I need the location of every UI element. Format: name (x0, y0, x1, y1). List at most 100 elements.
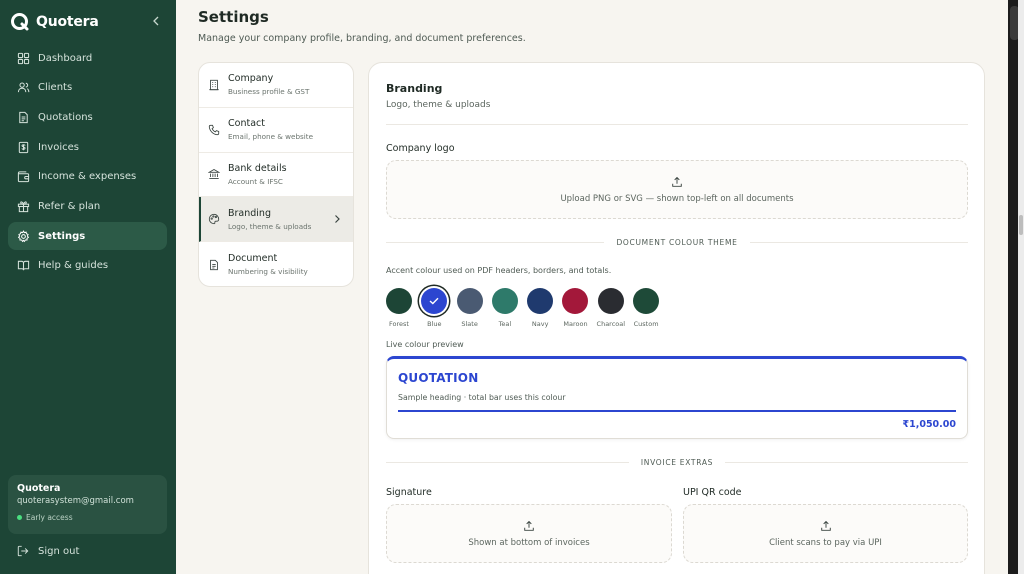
upload-icon (820, 520, 831, 531)
sidebar-item-label: Help & guides (38, 260, 109, 272)
sidebar-item-label: Settings (38, 230, 86, 242)
swatch-blue[interactable]: Blue (421, 288, 448, 328)
check-icon (429, 297, 439, 305)
preview-label: Live colour preview (386, 340, 464, 349)
upload-icon (672, 176, 682, 187)
subnav-item-bank-details[interactable]: Bank details Account & IFSC (199, 153, 353, 198)
swatch-slate[interactable]: Slate (456, 288, 483, 328)
phone-icon (208, 124, 220, 135)
signature-upload-hint: Shown at bottom of invoices (468, 537, 590, 548)
sidebar-item-label: Invoices (38, 141, 79, 153)
window-edge (1018, 0, 1024, 574)
sidebar-item-income-expenses[interactable]: Income & expenses (8, 163, 167, 191)
subnav-subtitle: Email, phone & website (228, 132, 314, 142)
section-subtitle: Logo, theme & uploads (386, 100, 491, 110)
swatch-colour (386, 288, 412, 314)
swatch-label: Maroon (563, 320, 588, 328)
bank-icon (208, 169, 220, 180)
window-edge-handle[interactable] (1019, 215, 1023, 235)
sidebar-item-settings[interactable]: Settings (8, 222, 167, 251)
subnav-item-company[interactable]: Company Business profile & GST (199, 63, 353, 108)
swatch-custom[interactable]: Custom (633, 288, 660, 328)
subnav-title: Company (228, 73, 274, 85)
upi-qr-upload-dropzone[interactable]: Client scans to pay via UPI (683, 504, 968, 563)
sidebar-item-label: Dashboard (38, 52, 93, 64)
status-dot-icon (17, 515, 22, 520)
brand-name: Quotera (36, 14, 99, 30)
wallet-icon (17, 171, 30, 183)
signout-button[interactable]: Sign out (17, 544, 79, 558)
sidebar-item-quotations[interactable]: Quotations (8, 103, 167, 131)
palette-icon (208, 214, 220, 225)
subnav-item-document[interactable]: Document Numbering & visibility (199, 242, 353, 286)
subnav-title: Branding (228, 207, 271, 219)
section-heading: INVOICE EXTRAS (640, 457, 714, 467)
swatch-navy[interactable]: Navy (527, 288, 554, 328)
subnav-subtitle: Numbering & visibility (228, 267, 308, 277)
swatch-forest[interactable]: Forest (386, 288, 412, 328)
swatch-label: Blue (427, 320, 442, 328)
preview-amount: ₹1,050.00 (902, 419, 957, 430)
swatch-teal[interactable]: Teal (491, 288, 518, 328)
account-name: Quotera (17, 483, 61, 494)
chevron-left-icon (153, 16, 159, 26)
grid-icon (17, 52, 30, 64)
logo-upload-hint: Upload PNG or SVG — shown top-left on al… (560, 193, 794, 204)
plan-badge-label: Early access (26, 513, 73, 522)
swatch-label: Forest (389, 320, 409, 328)
sidebar-item-label: Income & expenses (38, 171, 137, 183)
swatch-colour (456, 288, 483, 314)
sidebar-item-invoices[interactable]: Invoices (8, 133, 167, 161)
page-subtitle: Manage your company profile, branding, a… (198, 33, 526, 44)
subnav-subtitle: Logo, theme & uploads (228, 221, 312, 231)
accent-hint: Accent colour used on PDF headers, borde… (386, 266, 612, 275)
swatch-label: Charcoal (596, 320, 626, 328)
settings-subnav: Company Business profile & GST Contact Ema… (198, 62, 354, 287)
sidebar: Quotera Dashboard Clients Quotations Inv… (0, 0, 176, 574)
sidebar-item-label: Refer & plan (38, 200, 101, 212)
brand[interactable]: Quotera (10, 11, 99, 33)
logo-upload-dropzone[interactable]: Upload PNG or SVG — shown top-left on al… (386, 160, 968, 219)
sidebar-item-label: Quotations (38, 111, 93, 123)
account-email: quoterasystem@gmail.com (17, 496, 134, 506)
subnav-item-contact[interactable]: Contact Email, phone & website (199, 108, 353, 153)
document-icon (19, 111, 28, 123)
swatch-colour (597, 288, 624, 314)
swatch-maroon[interactable]: Maroon (562, 288, 589, 328)
swatch-colour (491, 288, 518, 314)
sidebar-item-clients[interactable]: Clients (8, 74, 167, 102)
quotera-logo-icon (11, 13, 29, 31)
subnav-subtitle: Business profile & GST (228, 87, 310, 97)
swatch-colour (562, 288, 589, 314)
preview-subheading: Sample heading · total bar uses this col… (398, 393, 566, 402)
swatch-charcoal[interactable]: Charcoal (596, 288, 626, 328)
divider (386, 124, 968, 125)
sidebar-item-help-guides[interactable]: Help & guides (8, 252, 167, 280)
account-card[interactable]: Quotera quoterasystem@gmail.com Early ac… (8, 475, 167, 534)
preview-total-bar (398, 410, 956, 412)
sidebar-nav: Dashboard Clients Quotations Invoices In… (8, 44, 167, 282)
signature-upload-dropzone[interactable]: Shown at bottom of invoices (386, 504, 672, 563)
swatch-colour (421, 288, 448, 314)
upload-icon (524, 520, 534, 531)
gift-icon (17, 201, 30, 213)
collapse-sidebar-button[interactable] (149, 13, 163, 29)
sidebar-item-refer-plan[interactable]: Refer & plan (8, 192, 167, 220)
colour-preview-card: QUOTATION Sample heading · total bar use… (386, 356, 968, 439)
chevron-right-icon (335, 215, 340, 224)
subnav-title: Document (228, 253, 278, 265)
plan-badge: Early access (17, 513, 158, 522)
upi-upload-hint: Client scans to pay via UPI (769, 537, 882, 548)
subnav-subtitle: Account & IFSC (228, 176, 283, 186)
book-icon (17, 261, 30, 271)
signout-label: Sign out (38, 545, 80, 557)
colour-swatches: Forest Blue Slate Teal Navy Maroon Charc… (386, 288, 660, 328)
subnav-item-branding[interactable]: Branding Logo, theme & uploads (199, 197, 353, 243)
swatch-label: Custom (633, 320, 659, 328)
subnav-title: Bank details (228, 162, 287, 174)
sidebar-item-dashboard[interactable]: Dashboard (8, 44, 167, 72)
swatch-label: Slate (461, 320, 478, 328)
company-logo-label: Company logo (386, 143, 455, 154)
preview-heading: QUOTATION (398, 371, 479, 385)
gear-icon (17, 229, 30, 242)
